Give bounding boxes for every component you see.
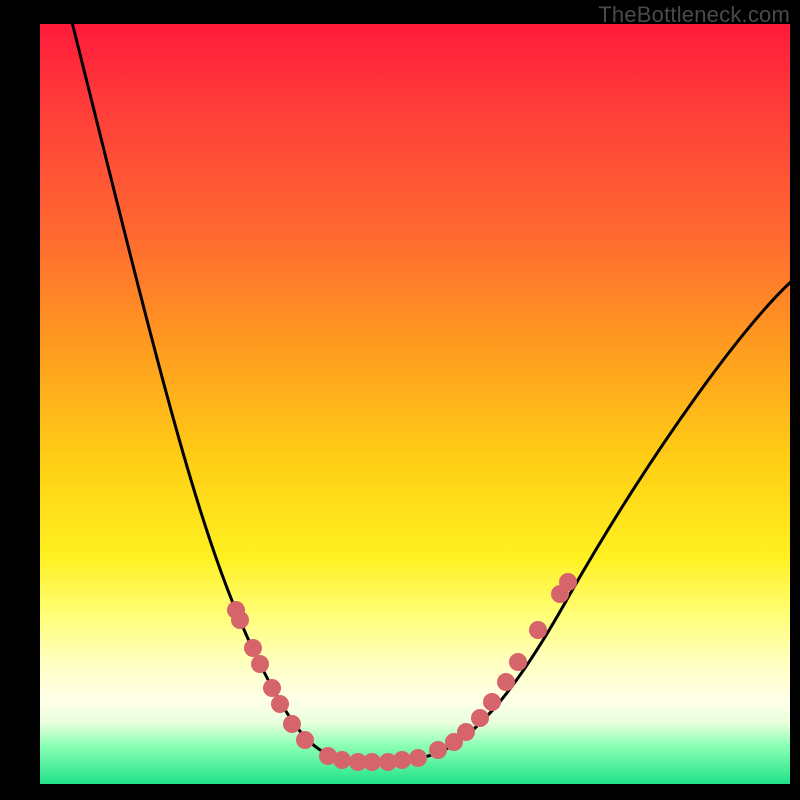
data-marker [263,679,281,697]
data-marker [283,715,301,733]
chart-frame: TheBottleneck.com [0,0,800,800]
data-marker [483,693,501,711]
data-marker [529,621,547,639]
data-marker [251,655,269,673]
data-marker [393,751,411,769]
data-marker [409,749,427,767]
data-marker [244,639,262,657]
data-marker [271,695,289,713]
bottleneck-curve [70,24,790,762]
chart-svg [40,24,790,784]
plot-area [40,24,790,784]
data-marker [509,653,527,671]
data-marker [333,751,351,769]
data-marker [296,731,314,749]
data-marker [363,753,381,771]
data-marker [559,573,577,591]
data-marker [471,709,489,727]
data-marker [231,611,249,629]
data-marker [457,723,475,741]
data-marker [497,673,515,691]
data-markers [227,573,577,771]
data-marker [429,741,447,759]
watermark-text: TheBottleneck.com [598,2,790,28]
